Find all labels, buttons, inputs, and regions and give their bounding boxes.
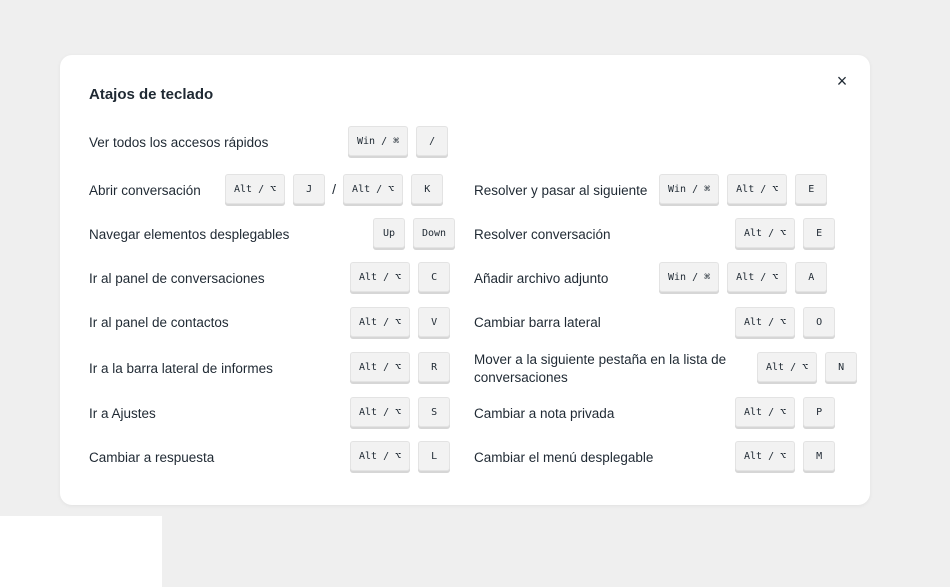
background-panel bbox=[0, 516, 162, 587]
shortcut-label: Ir a la barra lateral de informes bbox=[89, 361, 273, 376]
key-n: N bbox=[825, 352, 858, 382]
shortcut-keys: Alt / ⌥ S bbox=[350, 396, 451, 428]
shortcut-keys: Alt / ⌥ M bbox=[735, 440, 836, 472]
key-alt-option: Alt / ⌥ bbox=[350, 397, 411, 427]
shortcut-row: Ver todos los accesos rápidos bbox=[89, 127, 268, 159]
key-a: A bbox=[795, 262, 828, 292]
shortcut-row: Ir a Ajustes bbox=[89, 398, 156, 430]
shortcut-label-line1: Mover a la siguiente pestaña en la lista… bbox=[474, 352, 727, 367]
key-alt-option: Alt / ⌥ bbox=[225, 174, 286, 204]
shortcut-keys: Alt / ⌥ V bbox=[350, 306, 451, 338]
key-alt-option: Alt / ⌥ bbox=[735, 307, 796, 337]
shortcut-keys: Alt / ⌥ P bbox=[735, 396, 836, 428]
key-l: L bbox=[418, 441, 451, 471]
shortcut-label: Resolver conversación bbox=[474, 227, 611, 242]
shortcut-row: Cambiar a respuesta bbox=[89, 442, 214, 474]
close-icon[interactable]: × bbox=[832, 71, 852, 91]
key-p: P bbox=[803, 397, 836, 427]
key-alt-option: Alt / ⌥ bbox=[735, 397, 796, 427]
shortcut-keys: Alt / ⌥ L bbox=[350, 440, 451, 472]
shortcut-label: Cambiar a nota privada bbox=[474, 406, 615, 421]
shortcut-row: Cambiar barra lateral bbox=[474, 307, 601, 339]
key-r: R bbox=[418, 352, 451, 382]
key-separator: / bbox=[332, 181, 337, 197]
modal-title: Atajos de teclado bbox=[89, 86, 214, 103]
key-win-cmd: Win / ⌘ bbox=[659, 262, 720, 292]
shortcut-label: Añadir archivo adjunto bbox=[474, 271, 609, 286]
shortcut-label: Navegar elementos desplegables bbox=[89, 227, 290, 242]
shortcut-row: Resolver y pasar al siguiente bbox=[474, 175, 647, 207]
shortcut-label: Cambiar barra lateral bbox=[474, 315, 601, 330]
key-c: C bbox=[418, 262, 451, 292]
shortcut-row: Ir al panel de contactos bbox=[89, 307, 229, 339]
key-o: O bbox=[803, 307, 836, 337]
shortcut-keys: Win / ⌘ Alt / ⌥ A bbox=[659, 261, 828, 293]
shortcut-row: Cambiar a nota privada bbox=[474, 398, 614, 430]
key-alt-option: Alt / ⌥ bbox=[727, 262, 788, 292]
shortcut-keys: Alt / ⌥ O bbox=[735, 306, 836, 338]
shortcut-row: Ir al panel de conversaciones bbox=[89, 263, 265, 295]
key-win-cmd: Win / ⌘ bbox=[348, 126, 409, 156]
shortcut-label: Resolver y pasar al siguiente bbox=[474, 183, 648, 198]
shortcut-keys: Alt / ⌥ R bbox=[350, 351, 451, 383]
key-m: M bbox=[803, 441, 836, 471]
key-alt-option: Alt / ⌥ bbox=[343, 174, 404, 204]
shortcut-keys: Alt / ⌥ J / Alt / ⌥ K bbox=[225, 173, 444, 205]
key-win-cmd: Win / ⌘ bbox=[659, 174, 720, 204]
shortcut-label: Ver todos los accesos rápidos bbox=[89, 135, 269, 150]
key-alt-option: Alt / ⌥ bbox=[350, 441, 411, 471]
shortcut-keys: Win / ⌘ Alt / ⌥ E bbox=[659, 173, 828, 205]
shortcut-label: Abrir conversación bbox=[89, 183, 201, 198]
shortcut-label: Cambiar el menú desplegable bbox=[474, 450, 654, 465]
shortcut-keys: Alt / ⌥ N bbox=[757, 351, 858, 383]
key-alt-option: Alt / ⌥ bbox=[727, 174, 788, 204]
key-s: S bbox=[418, 397, 451, 427]
shortcut-row: Ir a la barra lateral de informes bbox=[89, 353, 273, 385]
shortcut-label: Ir al panel de conversaciones bbox=[89, 271, 265, 286]
shortcut-keys: Up Down bbox=[373, 217, 456, 249]
key-alt-option: Alt / ⌥ bbox=[735, 441, 796, 471]
key-alt-option: Alt / ⌥ bbox=[350, 307, 411, 337]
key-up: Up bbox=[373, 218, 405, 248]
shortcut-row: Navegar elementos desplegables bbox=[89, 219, 289, 251]
key-j: J bbox=[293, 174, 326, 204]
key-alt-option: Alt / ⌥ bbox=[735, 218, 796, 248]
key-alt-option: Alt / ⌥ bbox=[757, 352, 818, 382]
key-k: K bbox=[411, 174, 444, 204]
shortcut-label: Ir al panel de contactos bbox=[89, 315, 229, 330]
shortcut-keys: Alt / ⌥ E bbox=[735, 217, 836, 249]
shortcut-row: Añadir archivo adjunto bbox=[474, 263, 608, 295]
key-down: Down bbox=[413, 218, 456, 248]
key-v: V bbox=[418, 307, 451, 337]
key-slash: / bbox=[416, 126, 449, 156]
shortcut-row: Resolver conversación bbox=[474, 219, 611, 251]
shortcut-row: Mover a la siguiente pestaña en la lista… bbox=[474, 351, 726, 387]
shortcut-label: Cambiar a respuesta bbox=[89, 450, 215, 465]
shortcut-keys: Alt / ⌥ C bbox=[350, 261, 451, 293]
shortcut-keys: Win / ⌘ / bbox=[348, 125, 449, 157]
shortcut-row: Cambiar el menú desplegable bbox=[474, 442, 653, 474]
key-alt-option: Alt / ⌥ bbox=[350, 262, 411, 292]
key-e: E bbox=[795, 174, 828, 204]
shortcut-label-line2: conversaciones bbox=[474, 370, 568, 385]
key-alt-option: Alt / ⌥ bbox=[350, 352, 411, 382]
shortcut-label: Ir a Ajustes bbox=[89, 406, 156, 421]
keyboard-shortcuts-modal: × Atajos de teclado Ver todos los acceso… bbox=[60, 55, 870, 505]
key-e: E bbox=[803, 218, 836, 248]
shortcut-row: Abrir conversación bbox=[89, 175, 201, 207]
